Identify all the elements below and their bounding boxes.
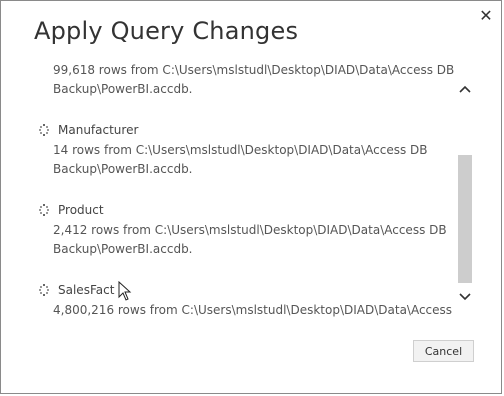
query-detail-line: Backup\PowerBI.accdb.	[53, 162, 193, 176]
query-header: Manufacturer	[35, 121, 455, 139]
query-detail: 4,800,216 rows from C:\Users\mslstudl\De…	[53, 301, 455, 321]
query-item: Manufacturer 14 rows from C:\Users\mslstu…	[35, 121, 455, 179]
apply-query-changes-dialog: ✕ Apply Query Changes 99,618 rows from C…	[0, 0, 502, 394]
query-detail-line: Backup\PowerBI.accdb.	[53, 82, 193, 96]
query-detail-line: 99,618 rows from C:\Users\mslstudl\Deskt…	[53, 63, 455, 77]
query-item: 99,618 rows from C:\Users\mslstudl\Deskt…	[35, 59, 455, 99]
query-list: 99,618 rows from C:\Users\mslstudl\Deskt…	[35, 59, 455, 321]
query-header: SalesFact	[35, 281, 455, 299]
loading-spinner-icon	[39, 204, 49, 216]
mouse-pointer-icon	[118, 281, 132, 301]
chevron-up-icon	[458, 85, 471, 93]
query-name: Product	[58, 203, 104, 217]
scroll-up-button[interactable]	[457, 81, 472, 97]
cancel-button[interactable]: Cancel	[413, 340, 474, 362]
chevron-down-icon	[458, 293, 471, 301]
query-header: Product	[35, 201, 455, 219]
query-detail: 14 rows from C:\Users\mslstudl\Desktop\D…	[53, 141, 455, 179]
dialog-title: Apply Query Changes	[34, 17, 299, 45]
query-detail-line: 14 rows from C:\Users\mslstudl\Desktop\D…	[53, 143, 428, 157]
query-detail-line: Backup\PowerBI.accdb.	[53, 242, 193, 256]
query-detail: 2,412 rows from C:\Users\mslstudl\Deskto…	[53, 221, 455, 259]
query-list-content: 99,618 rows from C:\Users\mslstudl\Deskt…	[35, 59, 455, 321]
scrollbar-thumb[interactable]	[458, 155, 472, 283]
close-button[interactable]: ✕	[475, 5, 497, 25]
query-detail: 99,618 rows from C:\Users\mslstudl\Deskt…	[53, 61, 455, 99]
loading-spinner-icon	[39, 284, 49, 296]
query-name: SalesFact	[58, 283, 115, 297]
query-detail-line: 4,800,216 rows from C:\Users\mslstudl\De…	[53, 303, 453, 317]
close-icon: ✕	[479, 5, 493, 25]
query-item: SalesFact 4,800,216 rows from C:\Users\ms…	[35, 281, 455, 321]
loading-spinner-icon	[39, 124, 49, 136]
query-detail-line: 2,412 rows from C:\Users\mslstudl\Deskto…	[53, 223, 447, 237]
vertical-scrollbar[interactable]	[457, 77, 472, 319]
query-name: Manufacturer	[58, 123, 139, 137]
query-item: Product 2,412 rows from C:\Users\mslstudl…	[35, 201, 455, 259]
scroll-down-button[interactable]	[457, 289, 472, 305]
